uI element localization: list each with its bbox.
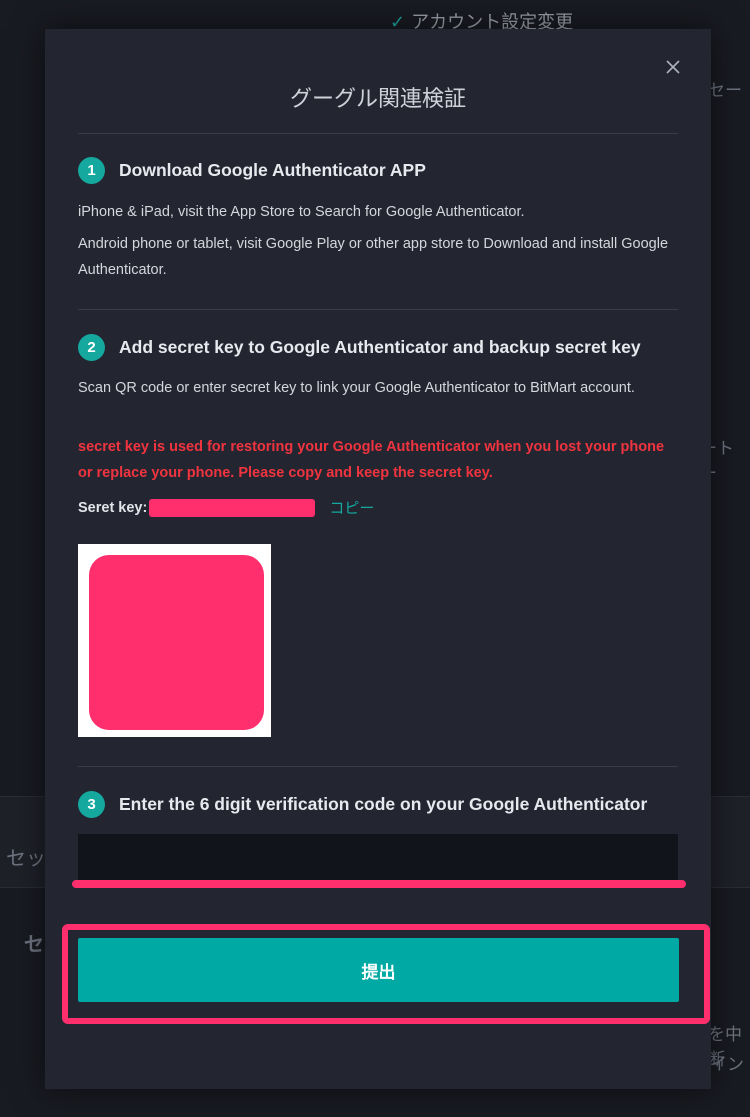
step3-number-badge: 3 [78, 791, 105, 818]
step2-heading: 2 Add secret key to Google Authenticator… [78, 334, 641, 361]
close-icon [666, 60, 680, 74]
step1-ios-text: iPhone & iPad, visit the App Store to Se… [78, 204, 525, 220]
secret-key-label: Seret key: [78, 499, 148, 516]
step2-heading-text: Add secret key to Google Authenticator a… [119, 337, 641, 357]
secret-key-warning: secret key is used for restoring your Go… [78, 439, 665, 481]
divider [78, 309, 678, 310]
close-button[interactable] [659, 53, 687, 81]
modal-title: グーグル関連検証 [289, 86, 466, 111]
input-highlight-annotation [72, 880, 686, 888]
step2-number-badge: 2 [78, 334, 105, 361]
background-fragment: セッ [6, 848, 46, 870]
page: ✓アカウント設定変更 セー ートー セッ セ を中断 イン グーグル関連検証 1… [0, 0, 750, 1117]
step3-heading-text: Enter the 6 digit verification code on y… [119, 794, 648, 814]
background-fragment: セ [24, 934, 44, 956]
background-fragment: イン [710, 1055, 744, 1074]
copy-key-link[interactable]: コピー [329, 497, 374, 518]
google-auth-modal: グーグル関連検証 1 Download Google Authenticator… [45, 29, 711, 1089]
background-fragment: セー [708, 81, 742, 100]
step2-instructions: Scan QR code or enter secret key to link… [78, 380, 635, 396]
divider [78, 766, 678, 767]
secret-key-row: Seret key: コピー [78, 497, 374, 518]
step1-number-badge: 1 [78, 157, 105, 184]
step1-heading-text: Download Google Authenticator APP [119, 160, 426, 180]
secret-key-value-redacted [149, 498, 316, 517]
qr-code [78, 544, 271, 737]
submit-button[interactable]: 提出 [78, 938, 679, 1002]
step1-heading: 1 Download Google Authenticator APP [78, 157, 426, 184]
step3-heading: 3 Enter the 6 digit verification code on… [78, 791, 647, 818]
qr-code-redacted [89, 555, 264, 730]
verification-code-input[interactable] [78, 834, 678, 882]
step1-android-text: Android phone or tablet, visit Google Pl… [78, 236, 669, 278]
divider [78, 133, 678, 134]
